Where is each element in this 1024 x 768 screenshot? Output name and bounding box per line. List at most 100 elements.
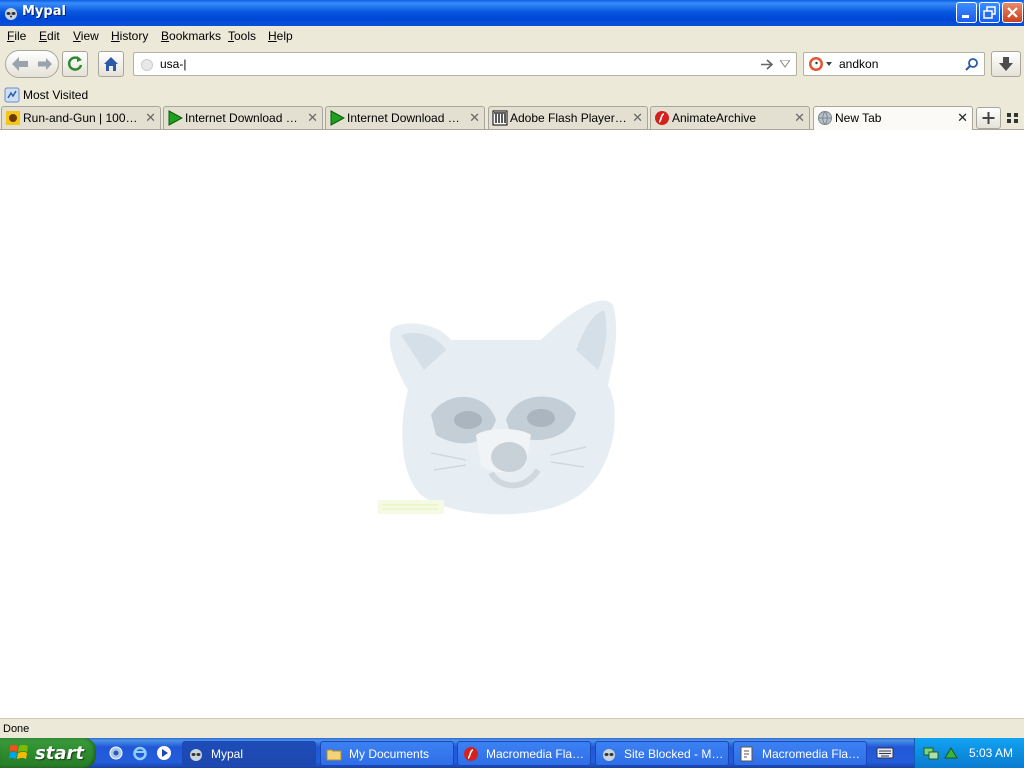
url-input[interactable]: usa-| xyxy=(160,57,186,71)
bookmarks-toolbar: Most Visited xyxy=(0,84,1024,106)
tab-label: Internet Download Ma... xyxy=(185,111,302,125)
reload-icon xyxy=(67,56,83,71)
tab-label: AnimateArchive xyxy=(672,111,757,125)
download-arrow-icon xyxy=(999,57,1013,71)
search-input[interactable]: andkon xyxy=(839,57,878,71)
go-arrow-icon[interactable] xyxy=(760,58,774,71)
menu-view[interactable]: View xyxy=(73,29,99,43)
forward-arrow-icon[interactable] xyxy=(36,56,54,72)
search-bar[interactable]: andkon xyxy=(803,52,985,76)
tab-close-icon[interactable]: ✕ xyxy=(794,110,805,126)
tab-adobe-flash-player[interactable]: Adobe Flash Player las... ✕ xyxy=(488,106,648,129)
menu-bar: File Edit View History Bookmarks Tools H… xyxy=(0,26,1024,46)
taskbar-item-my-documents[interactable]: My Documents xyxy=(320,741,454,766)
tab-close-icon[interactable]: ✕ xyxy=(957,110,968,126)
page-icon xyxy=(141,59,153,71)
tab-strip: Run-and-Gun | 1000+ ... ✕ Internet Downl… xyxy=(0,106,1024,130)
menu-file[interactable]: File xyxy=(7,29,26,43)
windows-logo-icon xyxy=(9,744,28,759)
task-label: My Documents xyxy=(349,747,430,761)
task-label: Macromedia Flas... xyxy=(486,747,586,761)
tab-animate-archive[interactable]: AnimateArchive ✕ xyxy=(650,106,810,129)
tab-close-icon[interactable]: ✕ xyxy=(145,110,156,126)
tab-label: Run-and-Gun | 1000+ ... xyxy=(23,111,140,125)
task-label: Site Blocked - My... xyxy=(624,747,724,761)
navigation-toolbar: usa-| andkon xyxy=(0,46,1024,84)
tab-close-icon[interactable]: ✕ xyxy=(307,110,318,126)
tab-run-and-gun[interactable]: Run-and-Gun | 1000+ ... ✕ xyxy=(1,106,161,129)
taskbar: start Mypal My Documents Macromedia Flas… xyxy=(0,738,1024,768)
downloads-button[interactable] xyxy=(991,51,1021,77)
chevron-down-icon[interactable] xyxy=(826,62,832,66)
internet-explorer-icon[interactable] xyxy=(132,745,148,761)
status-bar: Done xyxy=(0,718,1024,738)
archive-icon xyxy=(492,110,508,126)
taskbar-item-macromedia-flash-1[interactable]: Macromedia Flas... xyxy=(457,741,591,766)
close-icon xyxy=(1007,7,1018,18)
restore-icon xyxy=(983,6,996,19)
most-visited-folder[interactable]: Most Visited xyxy=(4,87,88,103)
plus-icon xyxy=(982,112,995,124)
play-icon xyxy=(330,110,345,126)
back-arrow-icon[interactable] xyxy=(10,55,30,73)
folder-icon xyxy=(326,749,342,761)
flash-document-icon xyxy=(740,746,753,762)
raccoon-logo xyxy=(378,300,617,515)
close-window-button[interactable] xyxy=(1002,2,1023,23)
new-tab-button[interactable] xyxy=(976,107,1001,129)
menu-tools[interactable]: Tools xyxy=(228,29,256,43)
tab-close-icon[interactable]: ✕ xyxy=(469,110,480,126)
page-content xyxy=(0,130,1024,718)
tab-internet-download-manager-1[interactable]: Internet Download Ma... ✕ xyxy=(163,106,323,129)
menu-edit[interactable]: Edit xyxy=(39,29,60,43)
task-label: Macromedia Flas... xyxy=(762,747,862,761)
tab-label: Adobe Flash Player las... xyxy=(510,111,627,125)
taskbar-item-mypal[interactable]: Mypal xyxy=(182,741,316,766)
globe-icon xyxy=(818,111,832,125)
taskbar-item-macromedia-flash-2[interactable]: Macromedia Flas... xyxy=(733,741,867,766)
search-icon[interactable] xyxy=(965,57,979,71)
most-visited-icon xyxy=(4,87,20,103)
taskbar-item-site-blocked[interactable]: Site Blocked - My... xyxy=(595,741,729,766)
tab-list-icon[interactable] xyxy=(1005,109,1021,127)
url-bar[interactable]: usa-| xyxy=(133,52,797,76)
title-bar: Mypal xyxy=(0,0,1024,26)
tab-label: Internet Download Ma... xyxy=(347,111,464,125)
raccoon-icon xyxy=(603,749,615,761)
back-forward-group xyxy=(5,50,59,78)
most-visited-label: Most Visited xyxy=(23,88,89,102)
play-icon xyxy=(168,110,183,126)
start-label: start xyxy=(35,743,84,764)
status-text: Done xyxy=(3,723,30,735)
start-button[interactable]: start xyxy=(0,738,96,768)
tab-new-tab[interactable]: New Tab ✕ xyxy=(813,106,973,130)
minimize-button[interactable] xyxy=(956,2,977,23)
media-player-icon[interactable] xyxy=(156,745,172,761)
reload-button[interactable] xyxy=(62,51,88,77)
tab-internet-download-manager-2[interactable]: Internet Download Ma... ✕ xyxy=(325,106,485,129)
site-icon xyxy=(6,111,20,125)
safely-remove-icon[interactable] xyxy=(943,745,959,761)
minimize-icon xyxy=(962,15,969,18)
menu-bookmarks[interactable]: Bookmarks xyxy=(161,29,221,43)
menu-history[interactable]: History xyxy=(111,29,148,43)
clock: 5:03 AM xyxy=(969,746,1014,760)
home-button[interactable] xyxy=(98,51,124,77)
network-icon[interactable] xyxy=(923,745,939,761)
restore-button[interactable] xyxy=(979,2,1000,23)
tab-label: New Tab xyxy=(835,111,882,125)
window-title: Mypal xyxy=(22,4,66,19)
flash-icon xyxy=(464,747,478,761)
home-icon xyxy=(104,57,118,71)
duckduckgo-icon[interactable] xyxy=(808,56,824,72)
quick-launch-settings-icon[interactable] xyxy=(108,745,124,761)
flash-icon xyxy=(655,111,669,125)
dropdown-arrow-icon[interactable] xyxy=(780,60,790,68)
menu-help[interactable]: Help xyxy=(268,29,293,43)
keyboard-icon[interactable] xyxy=(876,746,894,760)
system-tray: 5:03 AM xyxy=(914,738,1024,768)
raccoon-icon xyxy=(190,749,202,761)
task-label: Mypal xyxy=(211,747,244,761)
tab-close-icon[interactable]: ✕ xyxy=(632,110,643,126)
raccoon-icon xyxy=(5,8,17,20)
